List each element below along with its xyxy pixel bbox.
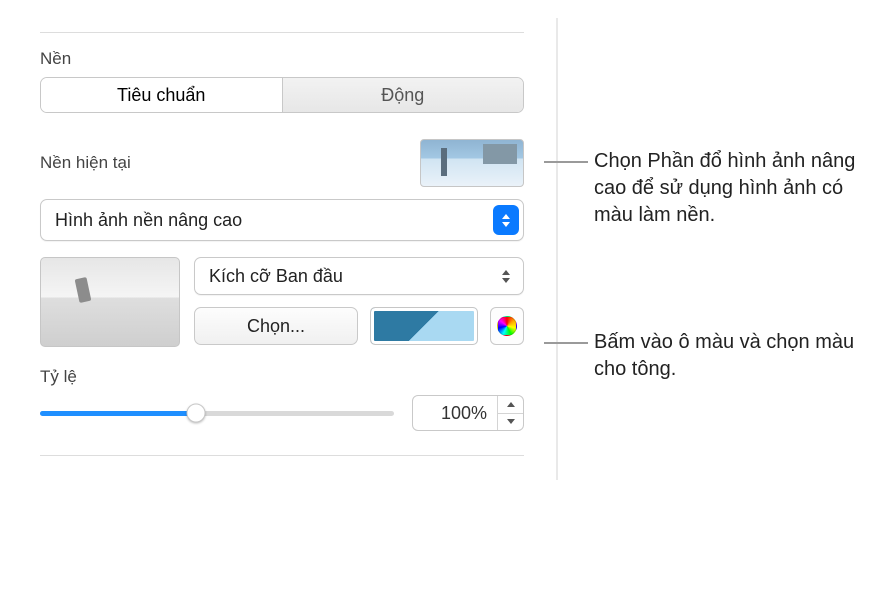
scale-slider[interactable] [40,401,394,425]
popup-arrows-icon [493,205,519,235]
scale-stepper[interactable]: 100% [412,395,524,431]
background-mode-segmented-control[interactable]: Tiêu chuẩn Động [40,77,524,113]
tab-dynamic[interactable]: Động [283,78,524,112]
tab-standard[interactable]: Tiêu chuẩn [41,78,283,112]
background-inspector-panel: Nền Tiêu chuẩn Động Nền hiện tại Hình ản… [18,18,558,480]
color-picker-button[interactable] [490,307,524,345]
current-background-thumbnail[interactable] [420,139,524,187]
scale-value: 100% [413,403,497,424]
section-heading-background: Nền [40,49,524,69]
image-preview-thumbnail[interactable] [40,257,180,347]
slider-knob-icon[interactable] [186,404,205,423]
size-mode-popup[interactable]: Kích cỡ Ban đầu [194,257,524,295]
tint-color-well[interactable] [370,307,478,345]
callout-fill-type: Chọn Phần đổ hình ảnh nâng cao để sử dụn… [564,148,863,229]
stepper-down-button[interactable] [498,414,523,431]
choose-image-button[interactable]: Chọn... [194,307,358,345]
label-scale: Tỷ lệ [40,367,524,387]
stepper-up-button[interactable] [498,396,523,414]
divider [40,455,524,456]
help-callouts: Chọn Phần đổ hình ảnh nâng cao để sử dụn… [558,18,863,483]
label-current-background: Nền hiện tại [40,153,131,173]
fill-type-value: Hình ảnh nền nâng cao [55,210,242,231]
color-wheel-icon [497,316,517,336]
popup-arrows-icon [493,261,519,291]
callout-color-well: Bấm vào ô màu và chọn màu cho tông. [564,329,863,383]
size-mode-value: Kích cỡ Ban đầu [209,266,343,287]
divider [40,32,524,33]
fill-type-popup[interactable]: Hình ảnh nền nâng cao [40,199,524,241]
